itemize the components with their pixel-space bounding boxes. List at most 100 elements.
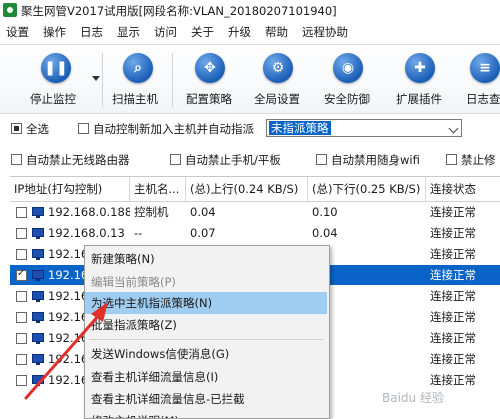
watermark-logo: Baidu 经验	[382, 391, 444, 405]
disable-portable-wifi-label: 自动禁用随身wifi	[331, 153, 420, 167]
menu-remote-assist[interactable]: 远程协助	[302, 24, 348, 40]
monitor-icon	[32, 207, 44, 218]
chevron-down-icon[interactable]	[92, 76, 100, 81]
cell-status: 连接正常	[430, 373, 476, 387]
block-modify-checkbox[interactable]	[446, 154, 457, 165]
block-wireless-router-checkbox[interactable]	[11, 154, 22, 165]
cell-hostname: 控制机	[134, 205, 169, 219]
row-checkbox[interactable]	[16, 291, 27, 302]
menu-item-view-traffic-blocked[interactable]: 查看主机详细流量信息-已拦截	[85, 388, 327, 410]
menu-settings[interactable]: 设置	[6, 24, 29, 40]
monitor-icon	[32, 270, 44, 281]
cell-upload: 0.04	[190, 205, 216, 219]
cell-download: 0.04	[312, 226, 338, 240]
menu-about[interactable]: 关于	[191, 24, 214, 40]
cell-download: 0.10	[312, 205, 338, 219]
menu-item-send-messenger[interactable]: 发送Windows信使消息(G)	[85, 343, 327, 365]
options-row-2: 自动禁止无线路由器 自动禁止手机/平板 自动禁用随身wifi 禁止修	[0, 149, 500, 171]
menu-upgrade[interactable]: 升级	[228, 24, 251, 40]
context-menu: 新建策略(N) 编辑当前策略(P) 为选中主机指派策略(N) 批量指派策略(Z)…	[84, 245, 330, 419]
cell-status: 连接正常	[430, 310, 476, 324]
cell-status: 连接正常	[430, 289, 476, 303]
gear-icon: ⚙	[263, 53, 293, 83]
monitor-icon	[32, 375, 44, 386]
menu-item-assign-policy-selected[interactable]: 为选中主机指派策略(N)	[85, 292, 327, 314]
monitor-icon	[32, 291, 44, 302]
menu-divider	[89, 339, 323, 340]
policy-dropdown[interactable]: 未指派策略	[266, 119, 462, 137]
column-header-status[interactable]: 连接状态	[426, 177, 500, 201]
security-defense-button[interactable]: ◉ 安全防御	[318, 51, 378, 109]
menu-operate[interactable]: 操作	[43, 24, 66, 40]
cell-hostname: --	[134, 226, 143, 240]
cell-upload: 0.07	[190, 226, 216, 240]
stop-monitor-label: 停止监控	[30, 92, 76, 106]
configure-policy-button[interactable]: ✥ 配置策略	[180, 51, 240, 109]
scan-hosts-button[interactable]: ⌕ 扫描主机	[108, 51, 168, 109]
block-mobile-checkbox[interactable]	[170, 154, 181, 165]
row-checkbox[interactable]	[16, 268, 27, 281]
table-row[interactable]: 192.168.0.13 -- 0.07 0.04 连接正常	[10, 223, 500, 243]
cell-status: 连接正常	[430, 352, 476, 366]
cell-status: 连接正常	[430, 247, 476, 261]
view-log-button[interactable]: ≡ 日志查	[458, 51, 500, 109]
menu-item-edit-host-note[interactable]: 修改主机说明(M)	[85, 410, 327, 418]
configure-policy-label: 配置策略	[186, 92, 232, 106]
menu-item-view-traffic[interactable]: 查看主机详细流量信息(I)	[85, 366, 327, 388]
toolbar: ❚❚ 停止监控 ⌕ 扫描主机 ✥ 配置策略 ⚙ 全局设置 ◉ 安全防御 ✚ 扩展…	[0, 44, 500, 114]
scan-hosts-label: 扫描主机	[112, 92, 158, 106]
block-mobile-label: 自动禁止手机/平板	[185, 153, 281, 167]
extension-plugins-button[interactable]: ✚ 扩展插件	[390, 51, 450, 109]
pause-icon: ❚❚	[41, 53, 71, 83]
search-icon: ⌕	[123, 53, 153, 83]
select-all-label: 全选	[26, 122, 49, 136]
row-checkbox[interactable]	[16, 333, 27, 344]
monitor-icon	[32, 312, 44, 323]
table-row[interactable]: 192.168.0.188 控制机 0.04 0.10 连接正常	[10, 202, 500, 222]
menu-item-new-policy[interactable]: 新建策略(N)	[85, 248, 327, 270]
menu-display[interactable]: 显示	[117, 24, 140, 40]
column-header-upload[interactable]: (总)上行(0.24 KB/S)	[186, 177, 308, 201]
cell-status: 连接正常	[430, 205, 476, 219]
cell-status: 连接正常	[430, 226, 476, 240]
row-checkbox[interactable]	[16, 207, 27, 218]
policy-icon: ✥	[195, 53, 225, 83]
window-title: 聚生网管V2017试用版[网段名称:VLAN_20180207101940]	[21, 4, 337, 18]
auto-control-checkbox[interactable]	[78, 123, 89, 134]
policy-value: 未指派策略	[269, 121, 331, 135]
row-checkbox[interactable]	[16, 375, 27, 386]
global-settings-label: 全局设置	[254, 92, 300, 106]
row-checkbox[interactable]	[16, 312, 27, 323]
extension-plugins-label: 扩展插件	[396, 92, 442, 106]
block-wireless-router-label: 自动禁止无线路由器	[26, 153, 130, 167]
chevron-down-icon	[448, 123, 459, 134]
menu-log[interactable]: 日志	[80, 24, 103, 40]
column-header-hostname[interactable]: 主机名...	[130, 177, 186, 201]
menu-access[interactable]: 访问	[154, 24, 177, 40]
column-header-download[interactable]: (总)下行(0.25 KB/S)	[308, 177, 426, 201]
row-checkbox[interactable]	[16, 354, 27, 365]
monitor-icon	[32, 228, 44, 239]
menu-item-edit-policy: 编辑当前策略(P)	[91, 275, 176, 289]
menu-item-batch-assign-policy[interactable]: 批量指派策略(Z)	[85, 314, 327, 336]
shield-icon: ◉	[333, 53, 363, 83]
monitor-icon	[32, 354, 44, 365]
title-bar: 聚生网管V2017试用版[网段名称:VLAN_20180207101940]	[0, 0, 500, 20]
cell-ip: 192.168.0.13	[48, 226, 125, 240]
cell-status: 连接正常	[430, 331, 476, 345]
stop-monitor-button[interactable]: ❚❚ 停止监控	[26, 51, 86, 109]
row-checkbox[interactable]	[16, 249, 27, 260]
global-settings-button[interactable]: ⚙ 全局设置	[248, 51, 308, 109]
auto-control-label: 自动控制新加入主机并自动指派	[93, 122, 254, 136]
cell-status: 连接正常	[430, 268, 476, 282]
app-logo-icon	[3, 3, 17, 17]
menu-bar: 设置 操作 日志 显示 访问 关于 升级 帮助 远程协助	[0, 21, 500, 41]
block-modify-label: 禁止修	[461, 153, 496, 167]
toolbar-divider	[102, 53, 103, 107]
column-header-ip[interactable]: IP地址(打勾控制)	[10, 177, 130, 201]
menu-help[interactable]: 帮助	[265, 24, 288, 40]
select-all-checkbox[interactable]	[11, 123, 22, 134]
disable-portable-wifi-checkbox[interactable]	[316, 154, 327, 165]
row-checkbox[interactable]	[16, 228, 27, 239]
security-defense-label: 安全防御	[324, 92, 370, 106]
